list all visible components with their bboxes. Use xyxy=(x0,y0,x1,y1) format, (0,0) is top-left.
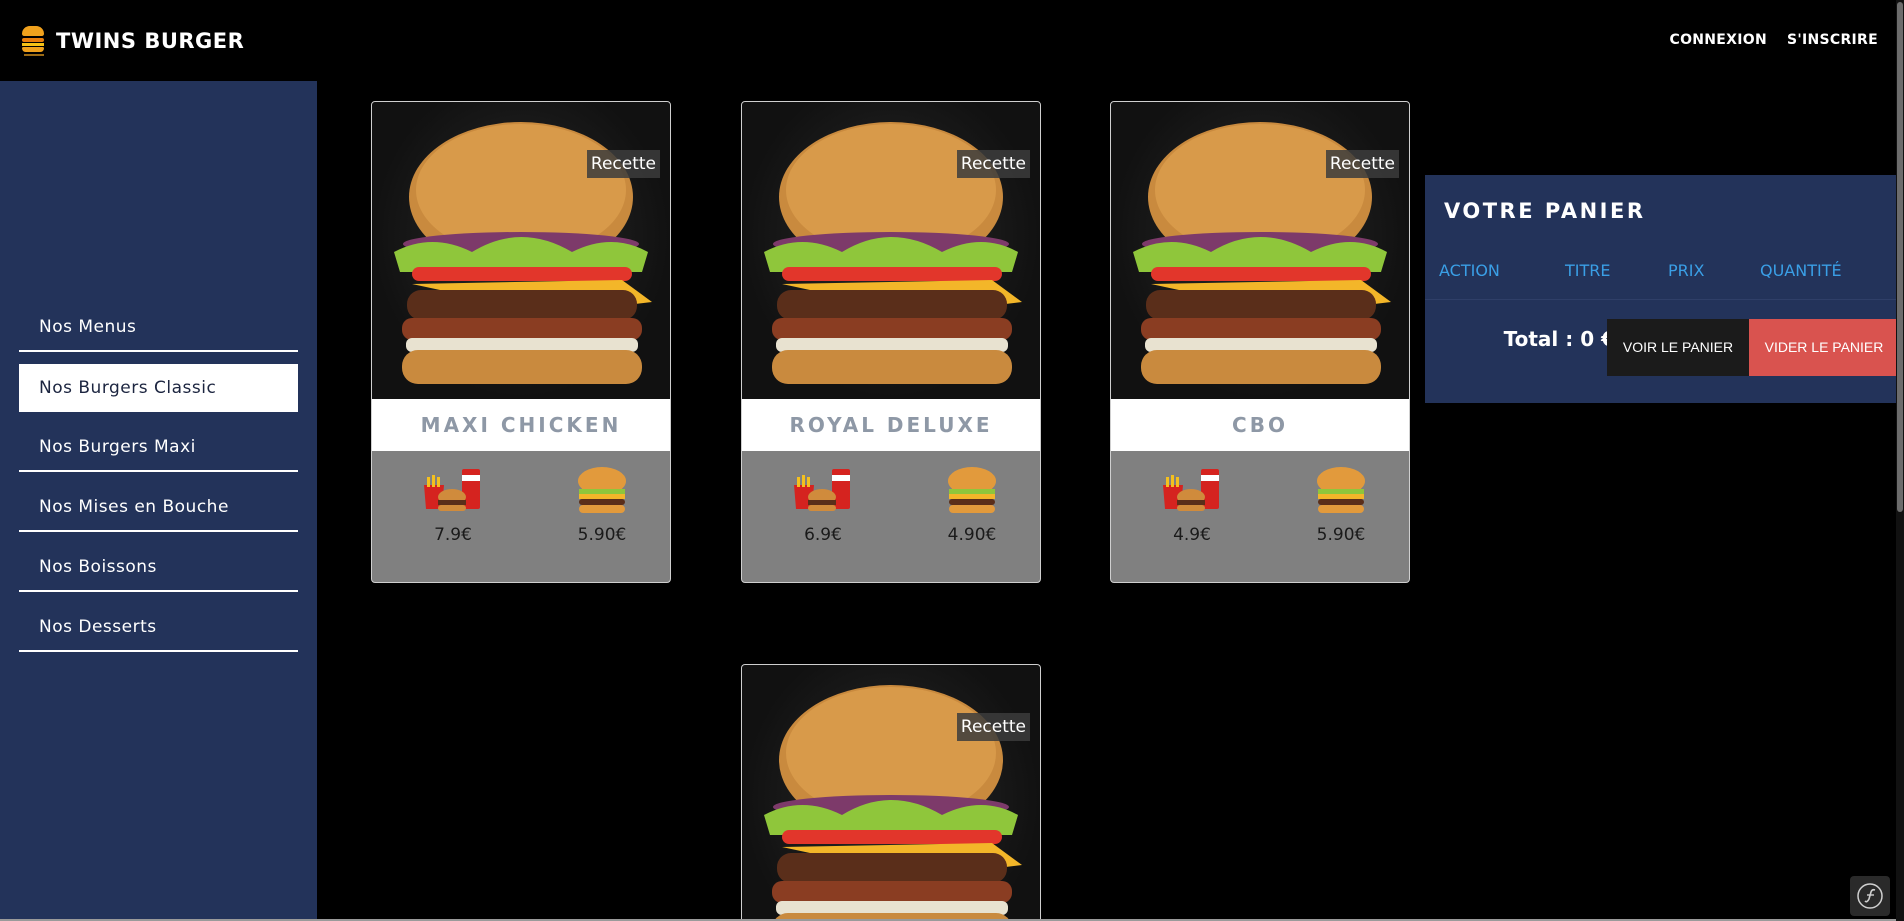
price-options: 6.9€ 4.90€ xyxy=(742,451,1040,582)
menu-option[interactable]: 6.9€ xyxy=(783,465,863,545)
symfony-toolbar-icon[interactable] xyxy=(1850,876,1890,916)
sidebar-item-burgers-maxi[interactable]: Nos Burgers Maxi xyxy=(19,424,298,472)
sidebar-item-mises-en-bouche[interactable]: Nos Mises en Bouche xyxy=(19,484,298,532)
price-options: 4.9€ 5.90€ xyxy=(1111,451,1409,582)
signup-link[interactable]: S'INSCRIRE xyxy=(1787,32,1878,48)
burger-icon xyxy=(948,467,996,513)
menu-meal-icon xyxy=(424,469,480,511)
symfony-logo-icon xyxy=(1857,883,1883,909)
product-card[interactable]: Recette CBO 4.9€ 5.90€ xyxy=(1110,101,1410,583)
view-cart-button[interactable]: VOIR LE PANIER xyxy=(1607,319,1749,376)
category-sidebar: Nos Menus Nos Burgers Classic Nos Burger… xyxy=(0,81,317,921)
burger-photo xyxy=(1133,122,1391,384)
sidebar-item-burgers-classic[interactable]: Nos Burgers Classic xyxy=(19,364,298,412)
product-image[interactable]: Recette xyxy=(372,102,670,399)
page: TWINS BURGER CONNEXION S'INSCRIRE Nos Me… xyxy=(0,0,1904,921)
menu-meal-icon xyxy=(794,469,850,511)
burger-price: 4.90€ xyxy=(947,525,997,545)
product-image[interactable]: Recette xyxy=(1111,102,1409,399)
brand-name: TWINS BURGER xyxy=(56,29,245,53)
product-image[interactable]: Recette xyxy=(742,102,1040,399)
cart-divider xyxy=(1425,299,1904,300)
product-card[interactable]: Recette xyxy=(741,664,1041,921)
burger-photo xyxy=(764,122,1022,384)
sidebar-item-boissons[interactable]: Nos Boissons xyxy=(19,544,298,592)
sidebar-item-menus[interactable]: Nos Menus xyxy=(19,304,298,352)
top-navbar: TWINS BURGER CONNEXION S'INSCRIRE xyxy=(0,0,1904,81)
product-card[interactable]: Recette ROYAL DELUXE 6.9€ 4.90€ xyxy=(741,101,1041,583)
burger-price: 5.90€ xyxy=(1316,525,1366,545)
recipe-button[interactable]: Recette xyxy=(956,150,1030,178)
product-card[interactable]: Recette MAXI CHICKEN 7.9€ 5.90€ xyxy=(371,101,671,583)
recipe-button[interactable]: Recette xyxy=(1325,150,1399,178)
cart-col-title: TITRE xyxy=(1565,261,1611,280)
login-link[interactable]: CONNEXION xyxy=(1670,32,1768,48)
burger-option[interactable]: 5.90€ xyxy=(1301,465,1381,545)
product-title: MAXI CHICKEN xyxy=(372,399,670,451)
cart-col-action: ACTION xyxy=(1439,261,1500,280)
page-scrollbar[interactable] xyxy=(1896,0,1904,921)
brand[interactable]: TWINS BURGER xyxy=(22,24,244,58)
recipe-button[interactable]: Recette xyxy=(586,150,660,178)
cart-title: VOTRE PANIER xyxy=(1444,199,1646,223)
burger-price: 5.90€ xyxy=(577,525,627,545)
menu-price: 6.9€ xyxy=(804,525,842,545)
product-image[interactable]: Recette xyxy=(742,665,1040,921)
menu-option[interactable]: 7.9€ xyxy=(413,465,493,545)
recipe-button[interactable]: Recette xyxy=(956,713,1030,741)
menu-meal-icon xyxy=(1163,469,1219,511)
sidebar-item-desserts[interactable]: Nos Desserts xyxy=(19,604,298,652)
price-options: 7.9€ 5.90€ xyxy=(372,451,670,582)
product-title: ROYAL DELUXE xyxy=(742,399,1040,451)
cart-total: Total : 0 € xyxy=(1503,327,1615,351)
menu-option[interactable]: 4.9€ xyxy=(1152,465,1232,545)
cart-col-price: PRIX xyxy=(1668,261,1705,280)
category-menu: Nos Menus Nos Burgers Classic Nos Burger… xyxy=(19,304,298,664)
burger-icon xyxy=(578,467,626,513)
burger-option[interactable]: 5.90€ xyxy=(562,465,642,545)
burger-photo xyxy=(764,685,1022,921)
burger-icon xyxy=(1317,467,1365,513)
auth-links: CONNEXION S'INSCRIRE xyxy=(1670,32,1879,48)
burger-photo xyxy=(394,122,652,384)
cart-panel: VOTRE PANIER ACTION TITRE PRIX QUANTITÉ … xyxy=(1425,175,1904,403)
cart-col-quantity: QUANTITÉ xyxy=(1760,261,1842,280)
clear-cart-button[interactable]: VIDER LE PANIER xyxy=(1749,319,1899,376)
product-title: CBO xyxy=(1111,399,1409,451)
menu-price: 7.9€ xyxy=(434,525,472,545)
menu-price: 4.9€ xyxy=(1173,525,1211,545)
burger-option[interactable]: 4.90€ xyxy=(932,465,1012,545)
burger-logo-icon xyxy=(22,24,44,58)
scroll-thumb[interactable] xyxy=(1897,2,1903,512)
